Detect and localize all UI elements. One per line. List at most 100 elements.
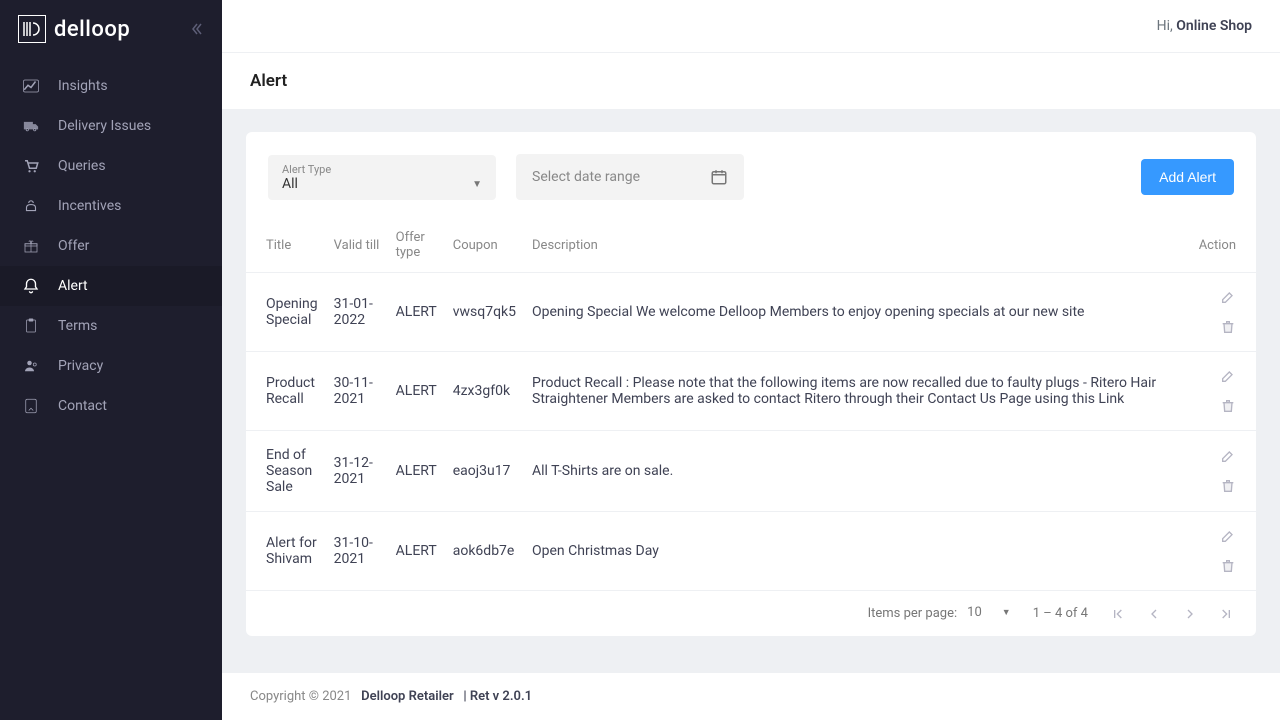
th-valid-till: Valid till (326, 218, 388, 273)
th-offer-type: Offer type (388, 218, 445, 273)
chevron-down-icon: ▼ (1002, 607, 1011, 618)
topbar: Hi, Online Shop (222, 0, 1280, 53)
logo-icon (18, 15, 46, 43)
sidebar-nav: Insights Delivery Issues Queries Incentives… (0, 58, 222, 434)
cell-title: Opening Special (246, 273, 326, 352)
sidebar-item-label: Privacy (58, 358, 103, 374)
sidebar-item-queries[interactable]: Queries (0, 146, 222, 186)
ipp-select[interactable]: 10 ▼ (967, 605, 1011, 622)
sidebar-item-label: Incentives (58, 198, 121, 214)
date-range-input[interactable]: Select date range (516, 154, 744, 200)
main-area: Hi, Online Shop Alert Alert Type All ▼ S… (222, 0, 1280, 720)
prev-page-icon[interactable] (1146, 606, 1162, 622)
cell-title: End of Season Sale (246, 431, 326, 512)
delete-icon[interactable] (1220, 319, 1236, 335)
calendar-icon (710, 168, 728, 186)
cell-valid_till: 30-11-2021 (326, 352, 388, 431)
cell-action (1191, 352, 1256, 431)
alerts-table: Title Valid till Offer type Coupon Descr… (246, 218, 1256, 591)
add-alert-button[interactable]: Add Alert (1141, 159, 1234, 195)
sidebar-item-label: Contact (58, 398, 107, 414)
alert-type-select[interactable]: Alert Type All ▼ (268, 155, 496, 200)
delete-icon[interactable] (1220, 558, 1236, 574)
chart-icon (22, 77, 40, 95)
cell-action (1191, 431, 1256, 512)
sidebar-item-insights[interactable]: Insights (0, 66, 222, 106)
cell-offer_type: ALERT (388, 352, 445, 431)
sidebar-item-contact[interactable]: Contact (0, 386, 222, 426)
first-page-icon[interactable] (1110, 606, 1126, 622)
cell-title: Product Recall (246, 352, 326, 431)
items-per-page: Items per page: 10 ▼ (868, 605, 1011, 622)
filters-row: Alert Type All ▼ Select date range Add A… (246, 154, 1256, 200)
edit-icon[interactable] (1220, 528, 1236, 544)
cell-action (1191, 273, 1256, 352)
sidebar-item-terms[interactable]: Terms (0, 306, 222, 346)
table-row: End of Season Sale31-12-2021ALERTeaoj3u1… (246, 431, 1256, 512)
ipp-label: Items per page: (868, 606, 958, 621)
th-coupon: Coupon (445, 218, 524, 273)
sidebar-item-offer[interactable]: Offer (0, 226, 222, 266)
edit-icon[interactable] (1220, 448, 1236, 464)
cell-coupon: aok6db7e (445, 512, 524, 591)
user-icon (22, 357, 40, 375)
sidebar-item-delivery-issues[interactable]: Delivery Issues (0, 106, 222, 146)
date-placeholder: Select date range (532, 169, 640, 185)
cart-icon (22, 157, 40, 175)
edit-icon[interactable] (1220, 289, 1236, 305)
cell-coupon: vwsq7qk5 (445, 273, 524, 352)
cell-description: Open Christmas Day (524, 512, 1191, 591)
chevron-down-icon: ▼ (472, 179, 482, 190)
brand-name: delloop (54, 17, 130, 42)
pagination-nav (1110, 606, 1234, 622)
delete-icon[interactable] (1220, 398, 1236, 414)
clipboard-icon (22, 317, 40, 335)
cell-action (1191, 512, 1256, 591)
sidebar-item-label: Insights (58, 78, 108, 94)
cell-coupon: eaoj3u17 (445, 431, 524, 512)
cell-offer_type: ALERT (388, 273, 445, 352)
logo-bar: delloop (0, 0, 222, 58)
pagination: Items per page: 10 ▼ 1 – 4 of 4 (246, 591, 1256, 636)
sidebar-item-incentives[interactable]: Incentives (0, 186, 222, 226)
cell-valid_till: 31-10-2021 (326, 512, 388, 591)
cell-coupon: 4zx3gf0k (445, 352, 524, 431)
footer-version: | Ret v 2.0.1 (463, 689, 532, 704)
alert-type-label: Alert Type (282, 163, 482, 176)
content: Alert Type All ▼ Select date range Add A… (222, 110, 1280, 673)
bell-icon (22, 277, 40, 295)
sidebar-item-label: Alert (58, 278, 88, 294)
greeting: Hi, Online Shop (1157, 18, 1252, 34)
cell-description: Product Recall : Please note that the fo… (524, 352, 1191, 431)
th-description: Description (524, 218, 1191, 273)
page-title: Alert (222, 53, 1280, 110)
phone-icon (22, 397, 40, 415)
alert-type-value: All (282, 176, 482, 192)
logo[interactable]: delloop (18, 15, 130, 43)
user-name: Online Shop (1176, 18, 1252, 34)
cell-valid_till: 31-12-2021 (326, 431, 388, 512)
footer-app-name: Delloop Retailer (361, 689, 454, 704)
edit-icon[interactable] (1220, 368, 1236, 384)
alert-card: Alert Type All ▼ Select date range Add A… (246, 132, 1256, 636)
next-page-icon[interactable] (1182, 606, 1198, 622)
truck-icon (22, 117, 40, 135)
hand-icon (22, 197, 40, 215)
sidebar-item-privacy[interactable]: Privacy (0, 346, 222, 386)
table-row: Alert for Shivam31-10-2021ALERTaok6db7eO… (246, 512, 1256, 591)
cell-description: All T-Shirts are on sale. (524, 431, 1191, 512)
delete-icon[interactable] (1220, 478, 1236, 494)
footer: Copyright © 2021 Delloop Retailer | Ret … (222, 673, 1280, 720)
pagination-range: 1 – 4 of 4 (1033, 606, 1088, 621)
cell-valid_till: 31-01-2022 (326, 273, 388, 352)
cell-title: Alert for Shivam (246, 512, 326, 591)
table-row: Product Recall30-11-2021ALERT4zx3gf0kPro… (246, 352, 1256, 431)
sidebar: delloop InsightsDelivery IssuesQueriesIn… (0, 0, 222, 720)
sidebar-collapse-icon[interactable] (190, 22, 204, 36)
last-page-icon[interactable] (1218, 606, 1234, 622)
sidebar-item-alert[interactable]: Alert (0, 266, 222, 306)
sidebar-item-label: Queries (58, 158, 106, 174)
sidebar-item-label: Offer (58, 238, 89, 254)
cell-offer_type: ALERT (388, 512, 445, 591)
th-action: Action (1191, 218, 1256, 273)
